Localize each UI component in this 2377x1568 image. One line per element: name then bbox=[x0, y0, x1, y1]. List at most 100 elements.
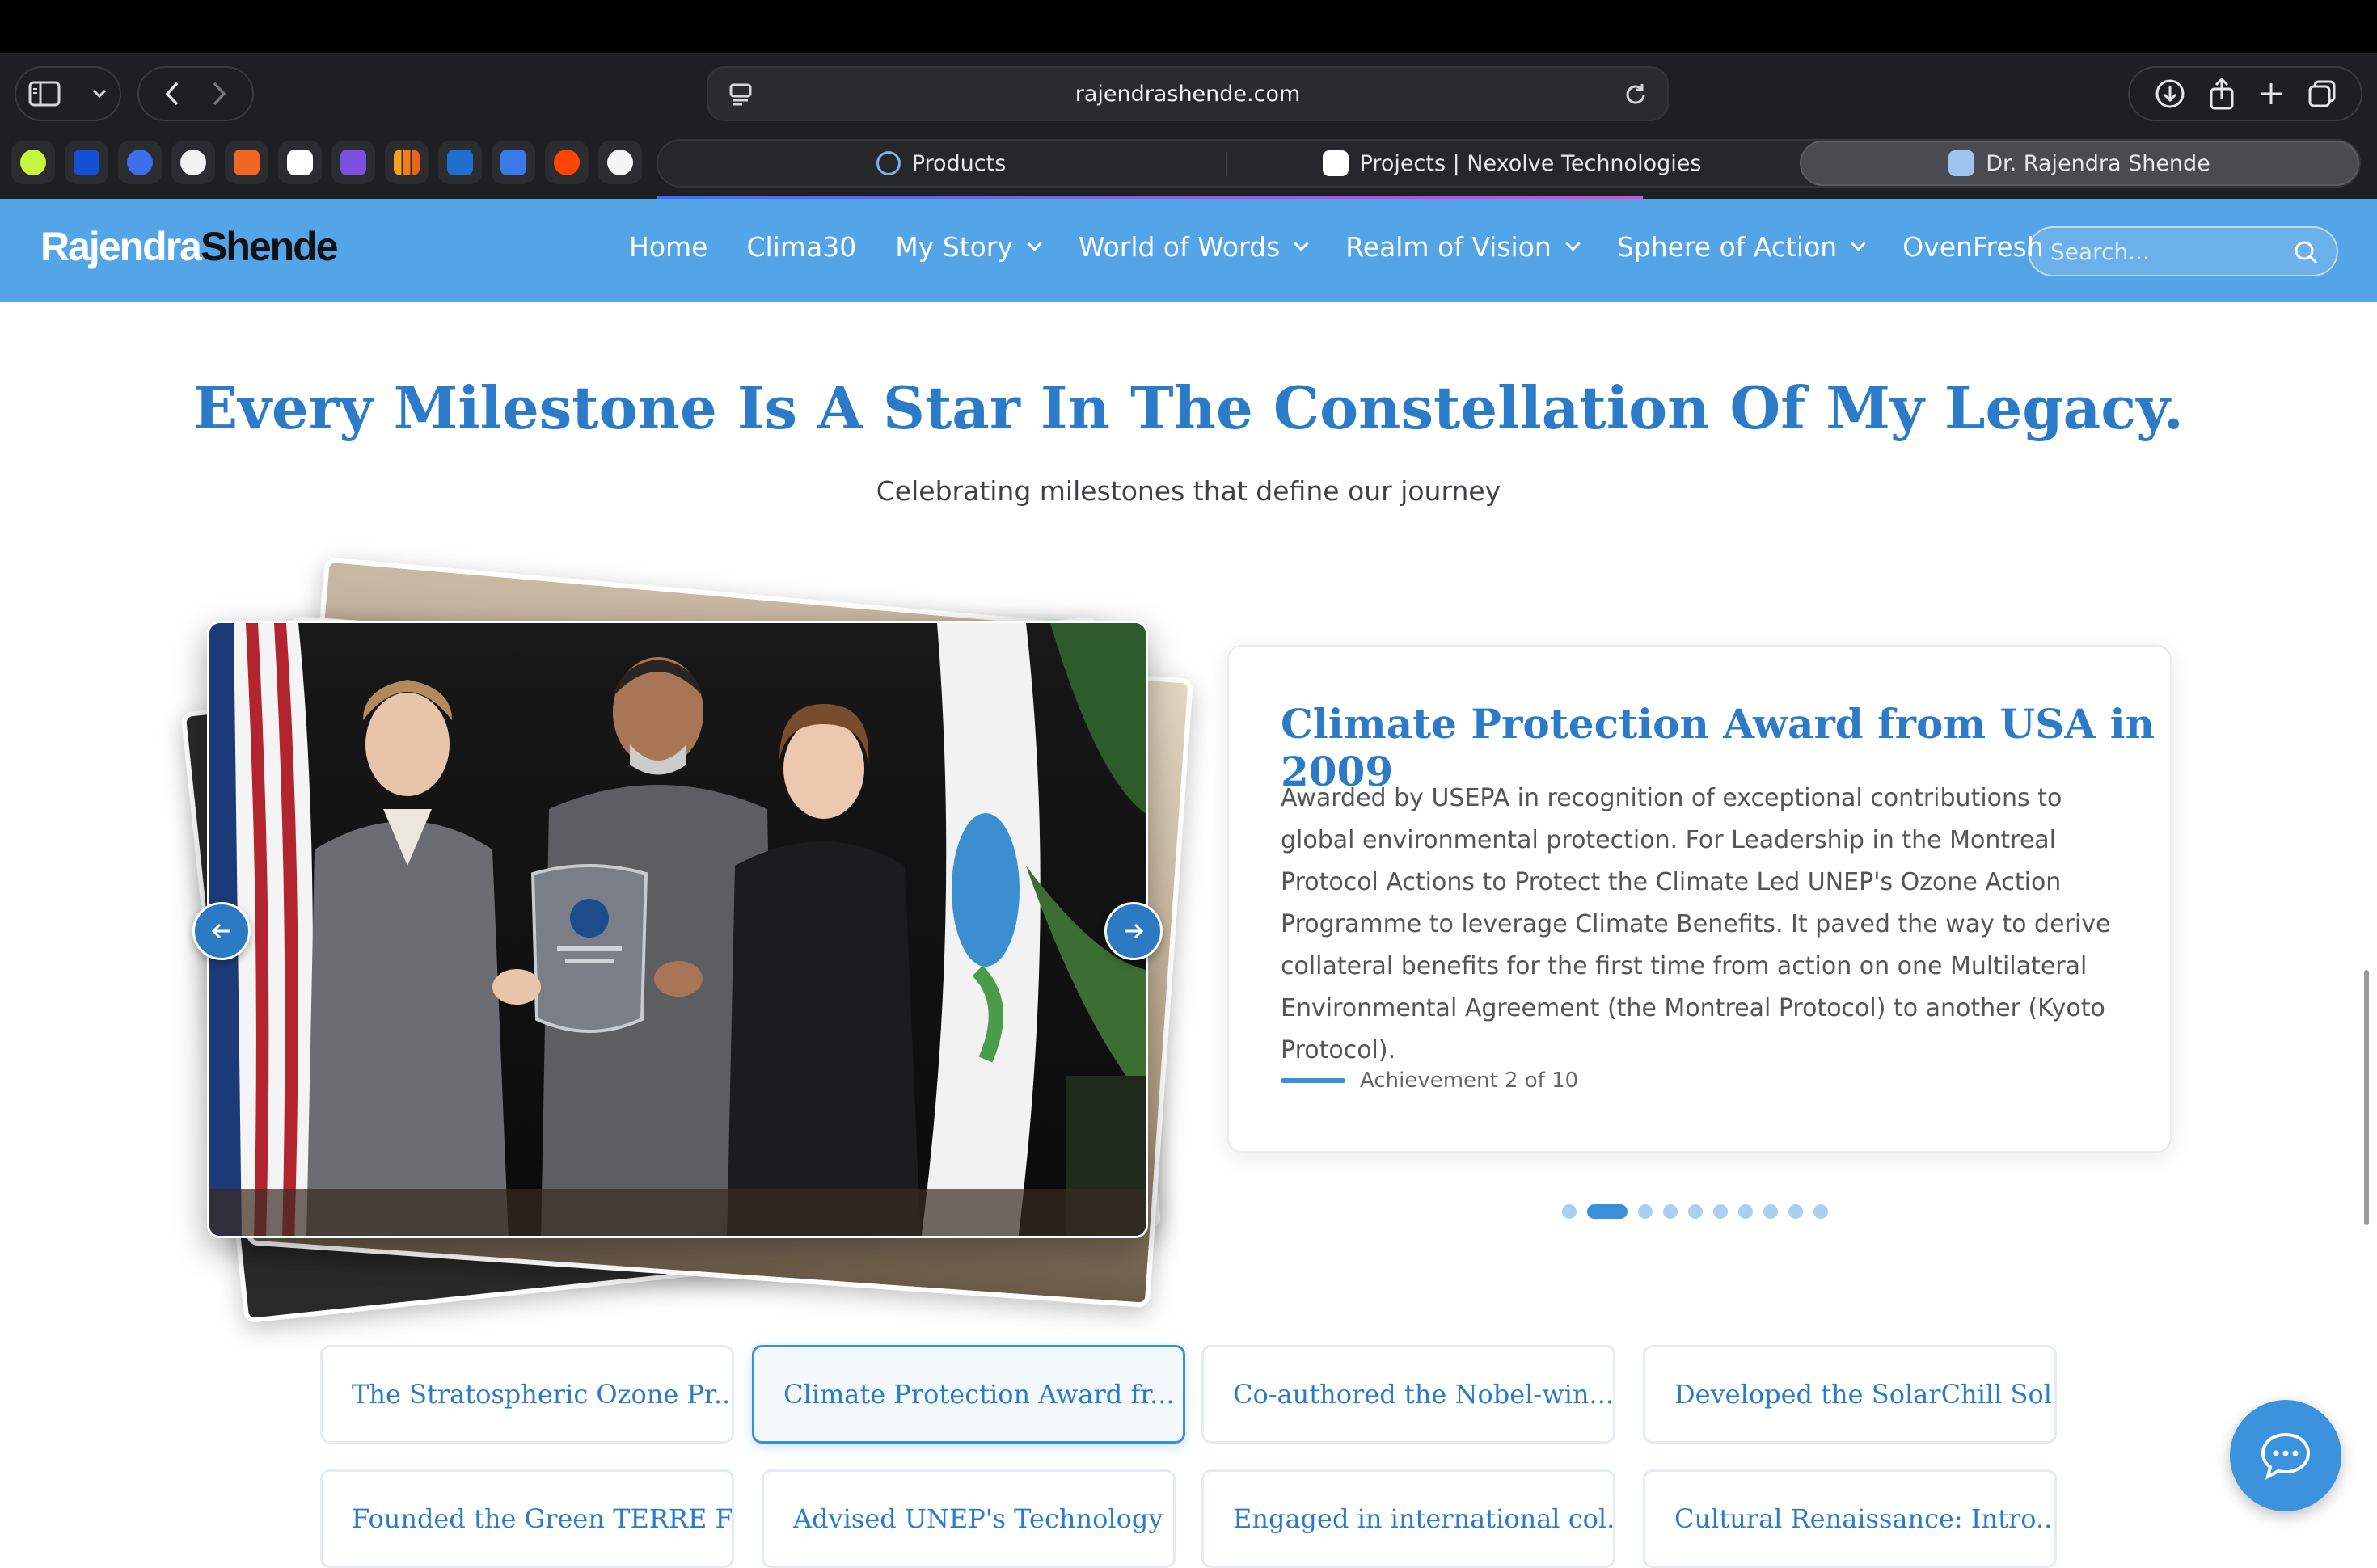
arc-icon[interactable] bbox=[278, 141, 322, 184]
logo-part2: Shende bbox=[200, 224, 339, 269]
chatgpt-icon[interactable] bbox=[171, 141, 215, 184]
nav-clima30[interactable]: Clima30 bbox=[746, 231, 856, 263]
chat-bubble-icon bbox=[2261, 1432, 2311, 1480]
perplexity-icon[interactable] bbox=[11, 141, 55, 184]
medium-icon[interactable] bbox=[598, 141, 642, 184]
sequence-icon[interactable] bbox=[331, 141, 375, 184]
arrow-left-icon bbox=[211, 923, 230, 939]
sidebar-icon[interactable] bbox=[28, 81, 61, 107]
new-tab-icon[interactable] bbox=[2258, 81, 2284, 107]
nav-home[interactable]: Home bbox=[629, 231, 707, 263]
carousel-dot-6[interactable] bbox=[1713, 1204, 1728, 1219]
mail-icon[interactable] bbox=[492, 141, 535, 184]
prev-button[interactable] bbox=[192, 902, 251, 960]
nav-label: Sphere of Action bbox=[1616, 231, 1838, 263]
browser-toolbar: rajendrashende.com bbox=[0, 53, 2377, 134]
tab-strip: Products Projects | Nexolve Technologies… bbox=[657, 139, 2361, 188]
forward-icon[interactable] bbox=[211, 81, 227, 107]
achievement-counter: Achievement 2 of 10 bbox=[1281, 1069, 1578, 1093]
chat-button[interactable] bbox=[2230, 1400, 2341, 1511]
linkedin-icon[interactable] bbox=[438, 141, 482, 184]
page-settings-icon[interactable] bbox=[729, 82, 752, 107]
nav-label: My Story bbox=[895, 231, 1013, 263]
achievement-card: Climate Protection Award from USA in 200… bbox=[1227, 645, 2172, 1153]
browser-actions bbox=[2128, 66, 2362, 121]
site-header: RajendraShende Home Clima30 My Story Wor… bbox=[0, 199, 2377, 302]
search-icon[interactable] bbox=[2293, 239, 2319, 265]
logo-part1: Rajendra bbox=[40, 224, 202, 269]
products-favicon bbox=[876, 151, 901, 175]
reddit-icon[interactable] bbox=[545, 141, 589, 184]
tab-rajendra-shende[interactable]: Dr. Rajendra Shende bbox=[1800, 141, 2359, 186]
p-icon[interactable] bbox=[65, 141, 108, 184]
tab-label: Developed the SolarChill Sol... bbox=[1674, 1379, 2057, 1410]
page-title: Every Milestone Is A Star In The Constel… bbox=[193, 373, 2184, 442]
chevron-down-icon[interactable] bbox=[91, 88, 108, 99]
achievement-description: Awarded by USEPA in recognition of excep… bbox=[1281, 784, 2111, 1064]
carousel-dot-7[interactable] bbox=[1738, 1204, 1753, 1219]
chevron-down-icon bbox=[1565, 236, 1581, 251]
nexolve-favicon bbox=[1322, 150, 1349, 176]
carousel-dot-1[interactable] bbox=[1562, 1204, 1577, 1219]
carousel-dot-8[interactable] bbox=[1763, 1204, 1778, 1219]
url-text: rajendrashende.com bbox=[1075, 81, 1301, 107]
counter-text: Achievement 2 of 10 bbox=[1360, 1069, 1579, 1093]
tab-label: Co-authored the Nobel-win... bbox=[1233, 1379, 1614, 1410]
nav-ovenfresh[interactable]: OvenFresh bbox=[1902, 231, 2044, 263]
chevron-down-icon bbox=[1294, 236, 1309, 251]
achievement-tab-8[interactable]: Cultural Renaissance: Intro... bbox=[1643, 1469, 2057, 1568]
address-bar[interactable]: rajendrashende.com bbox=[707, 66, 1669, 121]
achievement-tab-6[interactable]: Advised UNEP's Technology ... bbox=[762, 1469, 1176, 1568]
next-button[interactable] bbox=[1104, 902, 1163, 960]
achievement-tab-5[interactable]: Founded the Green TERRE F... bbox=[320, 1469, 734, 1568]
tab-projects[interactable]: Projects | Nexolve Technologies bbox=[1229, 141, 1795, 186]
tab-label: Climate Protection Award fr... bbox=[783, 1379, 1175, 1410]
linear-icon[interactable] bbox=[118, 141, 162, 184]
carousel-dot-10[interactable] bbox=[1813, 1204, 1828, 1219]
nav-sphere-of-action[interactable]: Sphere of Action bbox=[1616, 231, 1866, 263]
site-logo[interactable]: RajendraShende bbox=[40, 223, 339, 270]
page-subtitle: Celebrating milestones that define our j… bbox=[876, 475, 1501, 507]
carousel-dot-5[interactable] bbox=[1688, 1204, 1703, 1219]
rs-favicon bbox=[1948, 150, 1975, 176]
tab-label: Founded the Green TERRE F... bbox=[352, 1503, 734, 1534]
carousel-dot-4[interactable] bbox=[1663, 1204, 1678, 1219]
download-icon[interactable] bbox=[2155, 78, 2185, 109]
achievement-tab-1[interactable]: The Stratospheric Ozone Pr... bbox=[320, 1345, 734, 1444]
tab-label: Products bbox=[911, 150, 1007, 176]
search-input[interactable]: Search... bbox=[2028, 226, 2338, 276]
nav-label: World of Words bbox=[1078, 231, 1281, 263]
tab-products[interactable]: Products bbox=[658, 141, 1224, 186]
tab-label: Projects | Nexolve Technologies bbox=[1359, 150, 1702, 176]
carousel-dot-9[interactable] bbox=[1788, 1204, 1803, 1219]
achievement-tab-7[interactable]: Engaged in international col... bbox=[1201, 1469, 1615, 1568]
browser-chrome: rajendrashende.com Products Projects | N… bbox=[0, 53, 2377, 199]
nav-my-story[interactable]: My Story bbox=[895, 231, 1042, 263]
back-icon[interactable] bbox=[164, 81, 180, 107]
nav-realm-of-vision[interactable]: Realm of Vision bbox=[1345, 231, 1581, 263]
tab-label: Dr. Rajendra Shende bbox=[1986, 150, 2210, 176]
reload-icon[interactable] bbox=[1623, 82, 1648, 107]
ycombinator-icon[interactable] bbox=[225, 141, 268, 184]
tab-label: Engaged in international col... bbox=[1233, 1503, 1615, 1534]
sidebar-toggle-group[interactable] bbox=[15, 66, 121, 121]
award-ceremony-photo bbox=[209, 623, 1146, 1236]
chevron-down-icon bbox=[1851, 236, 1866, 251]
achievement-tab-4[interactable]: Developed the SolarChill Sol... bbox=[1643, 1345, 2057, 1444]
carousel-dot-3[interactable] bbox=[1638, 1204, 1653, 1219]
tab-bar: Products Projects | Nexolve Technologies… bbox=[0, 134, 2377, 199]
chevron-down-icon bbox=[1027, 236, 1042, 251]
analytics-icon[interactable] bbox=[385, 141, 429, 184]
share-icon[interactable] bbox=[2209, 78, 2235, 110]
tab-overview-icon[interactable] bbox=[2307, 79, 2337, 108]
carousel-dot-2[interactable] bbox=[1587, 1204, 1628, 1219]
nav-label: Clima30 bbox=[746, 231, 857, 263]
tab-label: Cultural Renaissance: Intro... bbox=[1674, 1503, 2057, 1534]
tab-label: Advised UNEP's Technology ... bbox=[793, 1503, 1176, 1534]
main-menu: Home Clima30 My Story World of Words Rea… bbox=[629, 231, 2044, 263]
achievement-tab-2[interactable]: Climate Protection Award fr... bbox=[752, 1345, 1185, 1444]
nav-world-of-words[interactable]: World of Words bbox=[1078, 231, 1309, 263]
achievement-tab-3[interactable]: Co-authored the Nobel-win... bbox=[1201, 1345, 1615, 1444]
page-scrollbar[interactable] bbox=[2364, 970, 2369, 1225]
achievement-photo bbox=[207, 621, 1148, 1238]
